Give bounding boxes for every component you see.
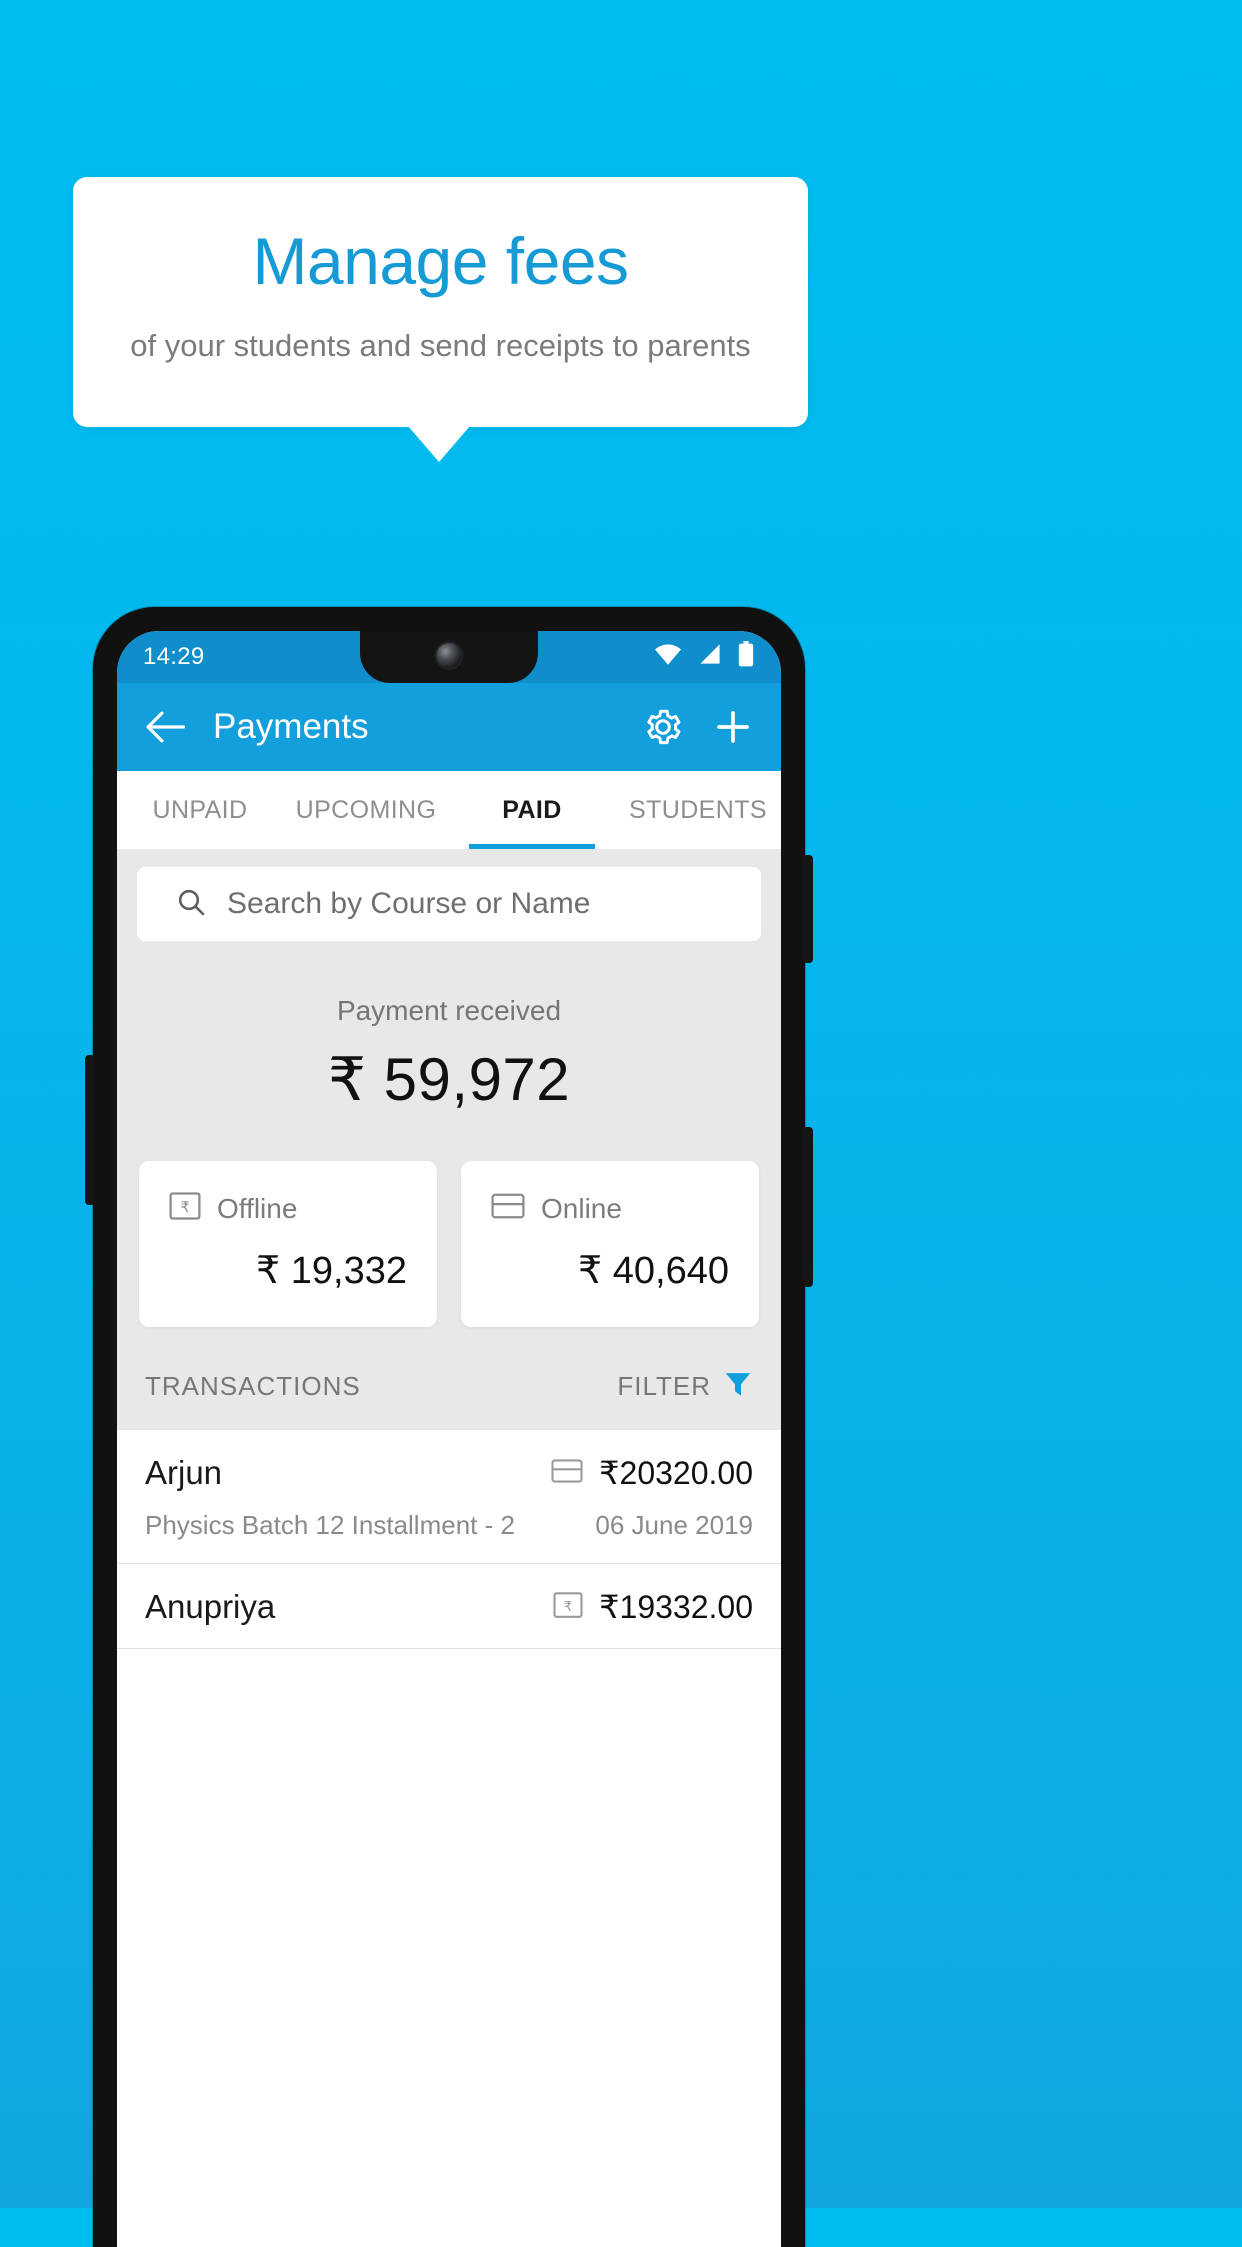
status-icons [653, 640, 755, 674]
phone-volume-button[interactable] [803, 855, 813, 963]
transaction-description: Physics Batch 12 Installment - 2 [145, 1510, 515, 1540]
transaction-amount-group: ₹ ₹19332.00 [553, 1588, 753, 1626]
offline-amount: ₹ 19,332 [256, 1250, 407, 1292]
table-row[interactable]: Arjun ₹20320.00 Physics Batch 12 Install… [117, 1430, 781, 1564]
offline-label: Offline [217, 1192, 298, 1224]
tab-students[interactable]: STUDENTS [615, 771, 781, 849]
tab-paid[interactable]: PAID [449, 771, 615, 849]
tab-unpaid[interactable]: UNPAID [117, 771, 283, 849]
online-card[interactable]: Online ₹ 40,640 [461, 1161, 759, 1327]
tab-upcoming[interactable]: UPCOMING [283, 771, 449, 849]
credit-card-icon [491, 1191, 525, 1226]
plus-icon[interactable] [711, 705, 755, 749]
back-arrow-icon[interactable] [143, 705, 187, 749]
transaction-primary-line: Anupriya ₹ ₹19332.00 [145, 1588, 753, 1626]
rupee-note-icon: ₹ [553, 1591, 583, 1624]
search-section: Search by Course or Name [117, 849, 781, 941]
phone-screen: 14:29 Payments UNPAID UPCOMING PAID STUD… [117, 631, 781, 2247]
search-placeholder: Search by Course or Name [227, 887, 591, 920]
transaction-amount: ₹20320.00 [599, 1455, 753, 1491]
online-amount: ₹ 40,640 [578, 1250, 729, 1292]
transactions-list: Arjun ₹20320.00 Physics Batch 12 Install… [117, 1430, 781, 1649]
transaction-primary-line: Arjun ₹20320.00 [145, 1454, 753, 1492]
transaction-name: Arjun [145, 1454, 223, 1491]
status-time: 14:29 [143, 643, 205, 670]
search-icon [175, 886, 207, 923]
wifi-icon [653, 642, 683, 673]
payment-methods: ₹ Offline ₹ 19,332 Online ₹ 40,640 [117, 1125, 781, 1327]
battery-icon [737, 640, 755, 674]
table-row[interactable]: Anupriya ₹ ₹19332.00 [117, 1564, 781, 1649]
svg-text:₹: ₹ [180, 1199, 189, 1216]
filter-button[interactable]: FILTER [617, 1369, 753, 1404]
transaction-secondary-line: Physics Batch 12 Installment - 2 06 June… [145, 1510, 753, 1541]
phone-left-button[interactable] [85, 1055, 95, 1205]
promo-subtitle: of your students and send receipts to pa… [130, 328, 751, 364]
phone-mockup: 14:29 Payments UNPAID UPCOMING PAID STUD… [85, 607, 813, 2247]
callout-tail [408, 426, 470, 462]
page-title: Payments [213, 707, 369, 746]
offline-card[interactable]: ₹ Offline ₹ 19,332 [139, 1161, 437, 1327]
promo-title: Manage fees [252, 224, 629, 298]
transaction-amount: ₹19332.00 [599, 1589, 753, 1625]
offline-card-head: ₹ Offline [169, 1191, 407, 1226]
tab-bar: UNPAID UPCOMING PAID STUDENTS [117, 771, 781, 849]
online-label: Online [541, 1192, 622, 1224]
phone-notch [360, 631, 538, 683]
payment-summary: Payment received ₹ 59,972 [117, 941, 781, 1125]
transaction-date: 06 June 2019 [595, 1510, 753, 1540]
summary-amount: ₹ 59,972 [327, 1046, 571, 1113]
transaction-name: Anupriya [145, 1588, 276, 1625]
transactions-title: TRANSACTIONS [145, 1371, 361, 1401]
summary-label: Payment received [336, 995, 562, 1026]
svg-text:₹: ₹ [564, 1598, 573, 1614]
rupee-note-icon: ₹ [169, 1191, 201, 1226]
content-area: Search by Course or Name Payment receive… [117, 849, 781, 1649]
funnel-icon [723, 1369, 753, 1404]
online-card-head: Online [491, 1191, 729, 1226]
credit-card-icon [551, 1457, 583, 1490]
signal-icon [697, 642, 723, 673]
transaction-amount-group: ₹20320.00 [551, 1454, 753, 1492]
promo-callout-card: Manage fees of your students and send re… [73, 177, 808, 427]
gear-icon[interactable] [641, 705, 685, 749]
transactions-header: TRANSACTIONS FILTER [117, 1327, 781, 1430]
filter-label: FILTER [617, 1371, 711, 1401]
search-input[interactable]: Search by Course or Name [137, 867, 761, 941]
phone-power-button[interactable] [803, 1127, 813, 1287]
app-bar: Payments [117, 683, 781, 771]
front-camera-icon [436, 643, 462, 668]
